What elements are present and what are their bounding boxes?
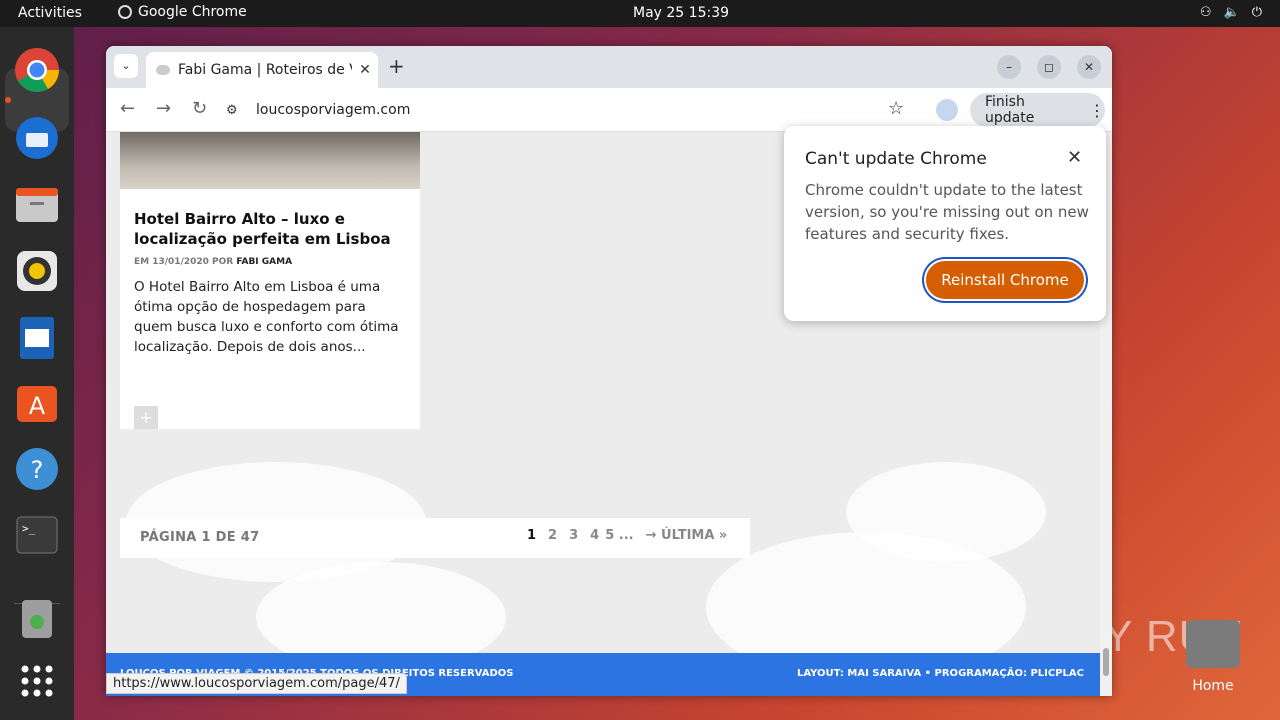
software-icon: A [17, 386, 57, 422]
dock-files[interactable] [13, 181, 61, 229]
dock-writer[interactable] [13, 314, 61, 362]
svg-text:A: A [29, 392, 46, 420]
power-icon: ⏻ [1251, 5, 1262, 20]
page-link[interactable]: 3 [569, 528, 578, 543]
back-icon[interactable]: ← [120, 98, 135, 119]
forward-icon[interactable]: → [156, 98, 171, 119]
top-bar: Activities Google Chrome May 25 15:39 ⚇ … [0, 0, 1280, 27]
page-numbers: 1 2 3 4 5 ... → ÚLTIMA » [527, 528, 727, 543]
tab-active[interactable]: Fabi Gama | Roteiros de V ✕ [146, 52, 378, 88]
svg-text:?: ? [31, 456, 44, 484]
close-icon[interactable]: ✕ [1067, 147, 1082, 168]
background-cloud [846, 462, 1046, 562]
maximize-button[interactable]: ◻ [1037, 55, 1061, 79]
dock-rhythmbox[interactable] [13, 247, 61, 295]
finish-update-button[interactable]: Finish update ⋮ [970, 93, 1105, 127]
dock-help[interactable]: ? [13, 445, 61, 493]
close-tab-icon[interactable]: ✕ [352, 62, 378, 78]
app-name: Google Chrome [138, 4, 247, 20]
footer-credits: LAYOUT: MAI SARAIVA • PROGRAMAÇÃO: PLICP… [796, 668, 1084, 679]
chrome-icon [118, 5, 132, 19]
post-meta: EM 13/01/2020 POR FABI GAMA [134, 257, 406, 267]
network-icon: ⚇ [1199, 5, 1212, 20]
activities-button[interactable]: Activities [18, 5, 82, 21]
page-count-label: PÁGINA 1 DE 47 [140, 530, 260, 545]
tab-search-button[interactable]: ⌄ [114, 54, 138, 78]
minimize-button[interactable]: – [997, 55, 1021, 79]
post-excerpt: O Hotel Bairro Alto em Lisboa é uma ótim… [134, 279, 399, 355]
thunderbird-icon [16, 117, 58, 159]
running-indicator [5, 97, 11, 103]
tab-title: Fabi Gama | Roteiros de V [178, 62, 352, 78]
post-author[interactable]: FABI GAMA [236, 257, 292, 267]
dock-thunderbird[interactable] [13, 114, 61, 162]
read-more-plus-icon[interactable]: + [134, 406, 158, 429]
rhythmbox-icon [17, 251, 57, 291]
pagination: PÁGINA 1 DE 47 1 2 3 4 5 ... → ÚLTIMA » [120, 518, 750, 558]
reload-icon[interactable]: ↻ [192, 98, 207, 119]
post-date: EM 13/01/2020 POR [134, 257, 237, 267]
show-apps-button[interactable] [13, 657, 61, 705]
desktop-home[interactable]: Home [1182, 620, 1244, 694]
home-label: Home [1192, 678, 1234, 694]
reinstall-chrome-button[interactable]: Reinstall Chrome [924, 259, 1086, 301]
dock-chrome[interactable] [13, 46, 61, 94]
post-card: Hotel Bairro Alto – luxo e localização p… [120, 132, 420, 429]
terminal-icon: >_ [16, 516, 58, 554]
new-tab-button[interactable]: + [388, 54, 405, 78]
app-menu[interactable]: Google Chrome [118, 4, 247, 20]
trash-icon [22, 600, 52, 638]
app-grid-icon [21, 665, 53, 697]
files-icon [16, 188, 58, 222]
scrollbar-thumb[interactable] [1103, 648, 1109, 676]
more-menu-icon: ⋮ [1089, 100, 1105, 120]
help-icon: ? [16, 448, 58, 490]
dock-trash[interactable] [13, 595, 61, 643]
last-page-link[interactable]: → ÚLTIMA » [646, 528, 728, 543]
svg-text:>_: >_ [22, 522, 36, 535]
dock-terminal[interactable]: >_ [13, 511, 61, 559]
url-text: loucosporviagem.com [256, 102, 411, 118]
cloud-favicon-icon [156, 65, 170, 75]
address-bar[interactable]: ⚙ loucosporviagem.com [226, 94, 926, 126]
site-info-icon[interactable]: ⚙ [226, 103, 242, 118]
page-link[interactable]: 5 ... [605, 528, 633, 543]
finish-update-label: Finish update [985, 94, 1035, 126]
profile-avatar-icon[interactable] [936, 99, 958, 121]
writer-icon [20, 317, 54, 359]
tab-bar: ⌄ Fabi Gama | Roteiros de V ✕ + – ◻ ✕ [106, 46, 1112, 88]
post-thumbnail[interactable] [120, 132, 420, 189]
dialog-title: Can't update Chrome [805, 149, 987, 169]
chrome-icon [15, 48, 59, 92]
system-tray[interactable]: ⚇ 🔈 ⏻ [1200, 5, 1262, 20]
page-current: 1 [527, 528, 537, 543]
dialog-body: Chrome couldn't update to the latest ver… [805, 181, 1089, 243]
bookmark-star-icon[interactable]: ☆ [888, 98, 904, 119]
page-link[interactable]: 2 [548, 528, 557, 543]
dock-software[interactable]: A [13, 379, 61, 427]
home-folder-icon [1186, 620, 1240, 668]
clock[interactable]: May 25 15:39 [633, 5, 729, 21]
status-bar-url: https://www.loucosporviagem.com/page/47/ [106, 673, 407, 694]
page-link[interactable]: 4 [590, 528, 599, 543]
post-title[interactable]: Hotel Bairro Alto – luxo e localização p… [134, 209, 406, 249]
update-error-dialog: Can't update Chrome ✕ Chrome couldn't up… [784, 126, 1106, 321]
volume-icon: 🔈 [1223, 5, 1240, 20]
dock: A ? >_ [0, 27, 74, 720]
close-window-button[interactable]: ✕ [1077, 55, 1101, 79]
